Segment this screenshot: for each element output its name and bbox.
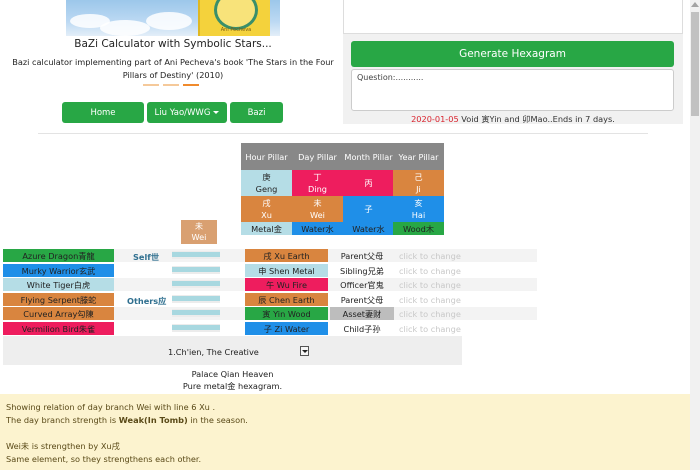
carousel-dot[interactable] bbox=[143, 84, 159, 86]
carousel-dot[interactable] bbox=[163, 84, 179, 86]
relation-info-panel: Showing relation of day branch Wei with … bbox=[0, 394, 690, 470]
bazi-label: Bazi bbox=[247, 107, 266, 118]
scroll-up-icon[interactable] bbox=[691, 2, 699, 7]
earthly-branch-cell: 未 Wei bbox=[292, 196, 343, 222]
void-text: Void 寅Yin and 卯Mao..Ends in 7 days. bbox=[458, 114, 615, 124]
heavenly-stem-cell: 丁 Ding bbox=[292, 170, 343, 196]
others-label: Others应 bbox=[127, 296, 167, 306]
element-cell: Water水 bbox=[343, 222, 394, 235]
six-god-cell: White Tiger白虎 bbox=[3, 278, 114, 291]
line-branch-cell: 辰 Chen Earth bbox=[245, 293, 328, 306]
info-text: The day branch strength is bbox=[6, 415, 119, 425]
line-branch-cell: 申 Shen Metal bbox=[245, 264, 328, 277]
info-line: Showing relation of day branch Wei with … bbox=[6, 402, 216, 412]
line-branch-cell: 戌 Xu Earth bbox=[245, 249, 328, 262]
earthly-branch-cell: 戌 Xu bbox=[241, 196, 292, 222]
relation-cell: Parent父母 bbox=[340, 294, 384, 305]
carousel-indicators[interactable] bbox=[143, 84, 203, 87]
home-label: Home bbox=[90, 107, 116, 118]
book-cover: Ani Pecheva bbox=[198, 0, 270, 36]
line-branch-cell: 子 Zi Water bbox=[245, 322, 328, 335]
hexagram-select-value: 1.Ch'ien, The Creative bbox=[168, 347, 259, 357]
pillar-header: Day Pillar bbox=[292, 143, 343, 170]
section-divider bbox=[38, 133, 648, 134]
info-strength-line: The day branch strength is Weak(In Tomb)… bbox=[6, 414, 684, 427]
click-to-change-link[interactable]: click to change bbox=[399, 278, 519, 291]
banner-image: Ani Pecheva bbox=[66, 0, 280, 36]
void-info: 2020-01-05 Void 寅Yin and 卯Mao..Ends in 7… bbox=[343, 113, 683, 125]
six-god-cell: Flying Serpent滕蛇 bbox=[3, 293, 114, 306]
six-god-cell: Azure Dragon青龍 bbox=[3, 249, 114, 262]
yang-line[interactable] bbox=[172, 267, 220, 272]
app-description: Bazi calculator implementing part of Ani… bbox=[12, 57, 334, 80]
click-to-change-link[interactable]: click to change bbox=[399, 322, 519, 335]
element-cell: Water水 bbox=[292, 222, 343, 235]
earthly-branch-cell: 亥 Hai bbox=[393, 196, 444, 222]
relation-cell: Officer官鬼 bbox=[340, 279, 384, 290]
liuyao-dropdown-button[interactable]: Liu Yao/WWG bbox=[147, 102, 227, 123]
line-branch-cell: 午 Wu Fire bbox=[245, 278, 328, 291]
select-arrow-icon[interactable] bbox=[300, 346, 309, 356]
day-branch-box: 未 Wei bbox=[181, 220, 217, 244]
earthly-branch-cell: 子 bbox=[343, 196, 394, 222]
self-label: Self世 bbox=[133, 252, 160, 262]
element-cell: Wood木 bbox=[393, 222, 444, 235]
liuyao-label: Liu Yao/WWG bbox=[154, 107, 211, 118]
generate-label: Generate Hexagram bbox=[459, 48, 566, 60]
heavenly-stem-cell: 庚 Geng bbox=[241, 170, 292, 196]
book-author: Ani Pecheva bbox=[220, 27, 252, 33]
relation-cell: Asset妻财 bbox=[330, 307, 394, 320]
panel-top-box bbox=[343, 0, 683, 34]
six-god-cell: Vermilion Bird朱雀 bbox=[3, 322, 114, 335]
hexagram-select[interactable]: 1.Ch'ien, The Creative bbox=[168, 346, 309, 358]
pillar-header: Year Pillar bbox=[393, 143, 444, 170]
palace-name: Palace Qian Heaven bbox=[191, 369, 274, 379]
carousel-dot-active[interactable] bbox=[183, 84, 199, 86]
app-title[interactable]: BaZi Calculator with Symbolic Stars... bbox=[66, 38, 280, 50]
question-input[interactable]: Question:........... bbox=[351, 69, 674, 111]
info-text: in the season. bbox=[187, 415, 248, 425]
generate-hexagram-button[interactable]: Generate Hexagram bbox=[351, 41, 674, 67]
info-line: Same element, so they strengthens each o… bbox=[6, 454, 202, 464]
pillar-header: Month Pillar bbox=[343, 143, 394, 170]
caret-down-icon bbox=[213, 111, 220, 114]
yang-line[interactable] bbox=[172, 252, 220, 257]
pillar-header: Hour Pillar bbox=[241, 143, 292, 170]
click-to-change-link[interactable]: click to change bbox=[399, 249, 519, 262]
heavenly-stem-cell: 己 Ji bbox=[393, 170, 444, 196]
hexagram-description: Pure metal金 hexagram. bbox=[182, 381, 283, 391]
home-button[interactable]: Home bbox=[62, 102, 144, 123]
click-to-change-link[interactable]: click to change bbox=[399, 264, 519, 277]
heavenly-stem-cell: 丙 bbox=[343, 170, 394, 196]
yang-line[interactable] bbox=[172, 310, 220, 315]
yang-line[interactable] bbox=[172, 281, 220, 286]
relation-cell: Parent父母 bbox=[340, 250, 384, 261]
scrollbar-thumb[interactable] bbox=[691, 12, 699, 116]
void-date: 2020-01-05 bbox=[411, 114, 459, 124]
strength-value: Weak(In Tomb) bbox=[118, 415, 188, 425]
yang-line[interactable] bbox=[172, 296, 220, 301]
relation-cell: Child子孙 bbox=[343, 323, 381, 334]
palace-info: Palace Qian Heaven Pure metal金 hexagram. bbox=[3, 368, 462, 392]
element-cell: Metal金 bbox=[241, 222, 292, 235]
click-to-change-link[interactable]: click to change bbox=[399, 307, 519, 320]
relation-cell: Sibling兄弟 bbox=[340, 265, 384, 276]
yang-line[interactable] bbox=[172, 325, 220, 330]
line-branch-cell: 寅 Yin Wood bbox=[245, 307, 328, 320]
click-to-change-link[interactable]: click to change bbox=[399, 293, 519, 306]
six-god-cell: Murky Warrior玄武 bbox=[3, 264, 114, 277]
six-god-cell: Curved Array勾陳 bbox=[3, 307, 114, 320]
info-line: Wei未 is strengthen by Xu戌 bbox=[6, 441, 120, 451]
bazi-button[interactable]: Bazi bbox=[230, 102, 283, 123]
